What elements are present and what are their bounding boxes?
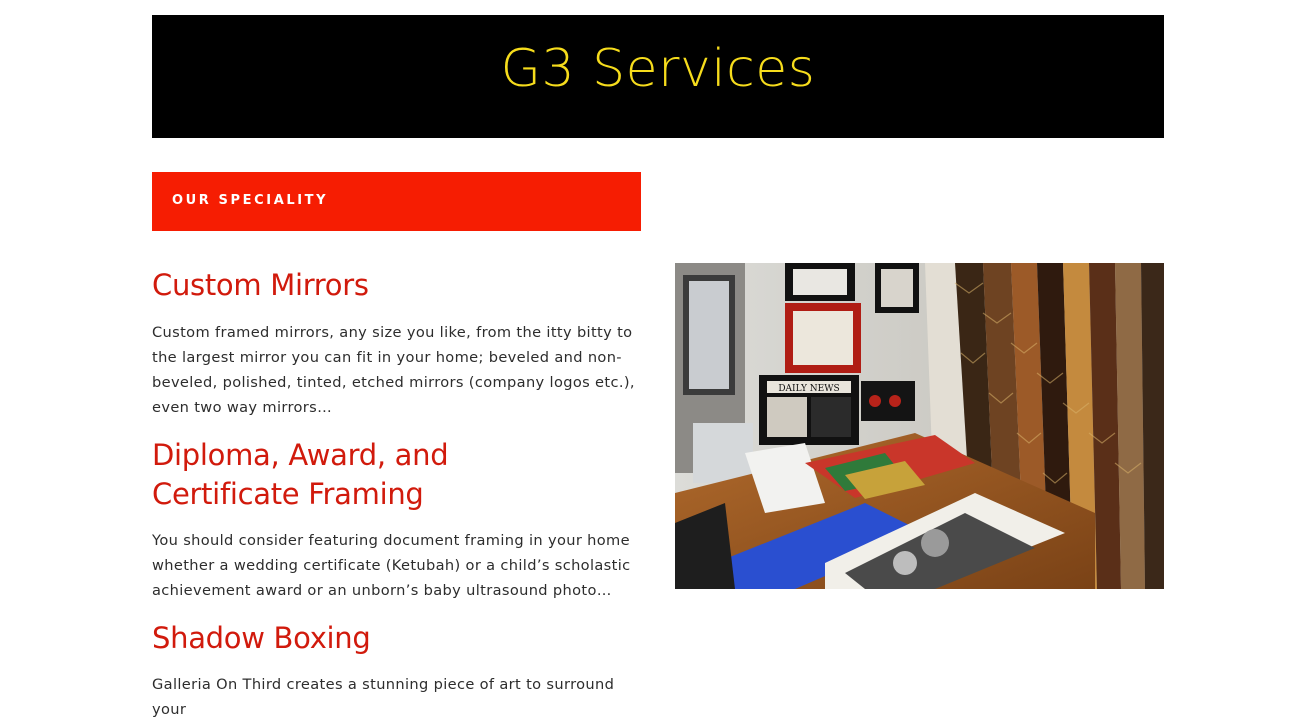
newspaper-sign-text: DAILY NEWS	[778, 384, 839, 394]
speciality-banner: OUR SPECIALITY	[152, 172, 641, 231]
service-description-custom-mirrors: Custom framed mirrors, any size you like…	[152, 324, 635, 416]
service-title-custom-mirrors: Custom Mirrors	[152, 268, 369, 302]
framing-shop-photo: DAILY NEWS	[675, 263, 1164, 589]
site-header: G3 Services	[152, 15, 1164, 138]
service-description-shadow-boxing: Galleria On Third creates a stunning pie…	[152, 676, 615, 718]
service-title-shadow-boxing: Shadow Boxing	[152, 621, 371, 655]
service-description-diploma-framing: You should consider featuring document f…	[152, 532, 631, 599]
speciality-banner-label: OUR SPECIALITY	[172, 193, 329, 208]
service-title-diploma-framing: Diploma, Award, and Certificate Framing	[152, 438, 449, 511]
site-title[interactable]: G3 Services	[501, 43, 816, 95]
